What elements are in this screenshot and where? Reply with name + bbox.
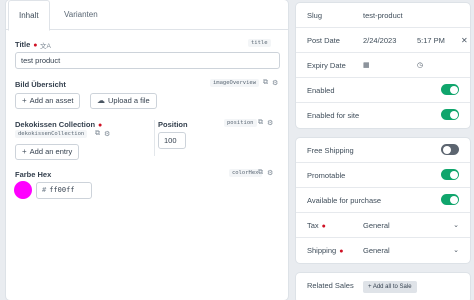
slug-row: Slug test-product bbox=[296, 3, 470, 28]
enabled-row: Enabled bbox=[296, 78, 470, 103]
color-hex-input[interactable]: # ff00ff bbox=[36, 182, 92, 199]
clock-icon[interactable]: ◷ bbox=[417, 53, 423, 78]
required-indicator: ● bbox=[321, 223, 326, 230]
chevron-down-icon[interactable]: ⌄ bbox=[453, 213, 459, 238]
position-handle[interactable]: position bbox=[224, 119, 257, 127]
enabled-toggle[interactable] bbox=[441, 84, 459, 95]
plus-icon: + bbox=[22, 147, 27, 156]
promotable-row: Promotable bbox=[296, 163, 470, 188]
gear-icon[interactable]: ⚙ bbox=[272, 79, 278, 87]
enabled-label: Enabled bbox=[307, 86, 335, 95]
required-indicator: ● bbox=[98, 122, 103, 129]
tab-bar: Inhalt Varianten bbox=[6, 0, 288, 31]
post-date-row: Post Date 2/24/2023 5:17 PM ✕ bbox=[296, 28, 470, 53]
add-all-to-sale-button[interactable]: + Add all to Sale bbox=[363, 281, 417, 293]
copy-icon[interactable]: ⧉ bbox=[258, 119, 263, 127]
free-shipping-label: Free Shipping bbox=[307, 146, 354, 155]
gear-icon[interactable]: ⚙ bbox=[267, 119, 273, 127]
title-label: Title ● bbox=[15, 40, 38, 49]
slug-input[interactable]: test-product bbox=[363, 3, 403, 28]
image-handle[interactable]: imageOverview bbox=[210, 79, 260, 87]
shipping-label: Shipping ● bbox=[307, 246, 344, 255]
available-label: Available for purchase bbox=[307, 196, 382, 205]
required-indicator: ● bbox=[339, 248, 344, 255]
title-handle[interactable]: title bbox=[248, 39, 271, 47]
shipping-select[interactable]: General bbox=[363, 238, 390, 263]
add-asset-button[interactable]: + Add an asset bbox=[15, 93, 81, 109]
title-input[interactable]: test product bbox=[15, 52, 280, 69]
sales-card: Related Sales + Add all to Sale bbox=[296, 273, 470, 300]
free-shipping-toggle[interactable] bbox=[441, 144, 459, 155]
plus-icon: + bbox=[22, 96, 27, 105]
post-date-input[interactable]: 2/24/2023 bbox=[363, 28, 396, 53]
calendar-icon[interactable]: ▦ bbox=[363, 53, 370, 78]
gear-icon[interactable]: ⚙ bbox=[267, 169, 273, 177]
required-indicator: ● bbox=[33, 42, 38, 49]
position-input[interactable]: 100 bbox=[158, 132, 186, 149]
copy-icon[interactable]: ⧉ bbox=[258, 169, 263, 177]
color-label: Farbe Hex bbox=[15, 170, 52, 179]
promotable-label: Promotable bbox=[307, 171, 346, 180]
tax-label: Tax ● bbox=[307, 221, 326, 230]
tax-row: Tax ● General ⌄ bbox=[296, 213, 470, 238]
commerce-card: Free Shipping Promotable Available for p… bbox=[296, 138, 470, 263]
slug-label: Slug bbox=[307, 11, 323, 20]
expiry-date-row: Expiry Date ▦ ◷ bbox=[296, 53, 470, 78]
upload-icon: ☁ bbox=[97, 96, 105, 105]
color-handle[interactable]: colorHex bbox=[229, 169, 262, 177]
enabled-site-toggle[interactable] bbox=[441, 109, 459, 120]
meta-card: Slug test-product Post Date 2/24/2023 5:… bbox=[296, 3, 470, 128]
color-swatch[interactable] bbox=[14, 181, 32, 199]
promotable-toggle[interactable] bbox=[441, 169, 459, 180]
translate-icon: 文A bbox=[40, 43, 51, 50]
collection-handle[interactable]: dekokissenCollection bbox=[15, 130, 88, 138]
tab-inhalt[interactable]: Inhalt bbox=[8, 0, 50, 31]
enabled-site-row: Enabled for site bbox=[296, 103, 470, 128]
available-row: Available for purchase bbox=[296, 188, 470, 213]
position-label: Position bbox=[158, 120, 188, 129]
post-time-input[interactable]: 5:17 PM bbox=[417, 28, 445, 53]
copy-icon[interactable]: ⧉ bbox=[263, 79, 268, 87]
free-shipping-row: Free Shipping bbox=[296, 138, 470, 163]
shipping-row: Shipping ● General ⌄ bbox=[296, 238, 470, 263]
available-toggle[interactable] bbox=[441, 194, 459, 205]
content-card: Inhalt Varianten Title ● 文A title test pr… bbox=[6, 0, 288, 300]
chevron-down-icon[interactable]: ⌄ bbox=[453, 238, 459, 263]
collection-label: Dekokissen Collection ● bbox=[15, 120, 103, 129]
tax-select[interactable]: General bbox=[363, 213, 390, 238]
tab-varianten[interactable]: Varianten bbox=[54, 0, 108, 30]
field-divider bbox=[154, 120, 155, 156]
gear-icon[interactable]: ⚙ bbox=[104, 130, 110, 138]
enabled-site-label: Enabled for site bbox=[307, 111, 360, 120]
image-label: Bild Übersicht bbox=[15, 80, 66, 89]
add-entry-button[interactable]: + Add an entry bbox=[15, 144, 80, 160]
copy-icon[interactable]: ⧉ bbox=[95, 130, 100, 138]
post-date-label: Post Date bbox=[307, 36, 340, 45]
upload-file-button[interactable]: ☁ Upload a file bbox=[90, 93, 157, 109]
clear-icon[interactable]: ✕ bbox=[461, 28, 468, 53]
related-sales-label: Related Sales bbox=[307, 281, 354, 290]
expiry-date-label: Expiry Date bbox=[307, 61, 346, 70]
